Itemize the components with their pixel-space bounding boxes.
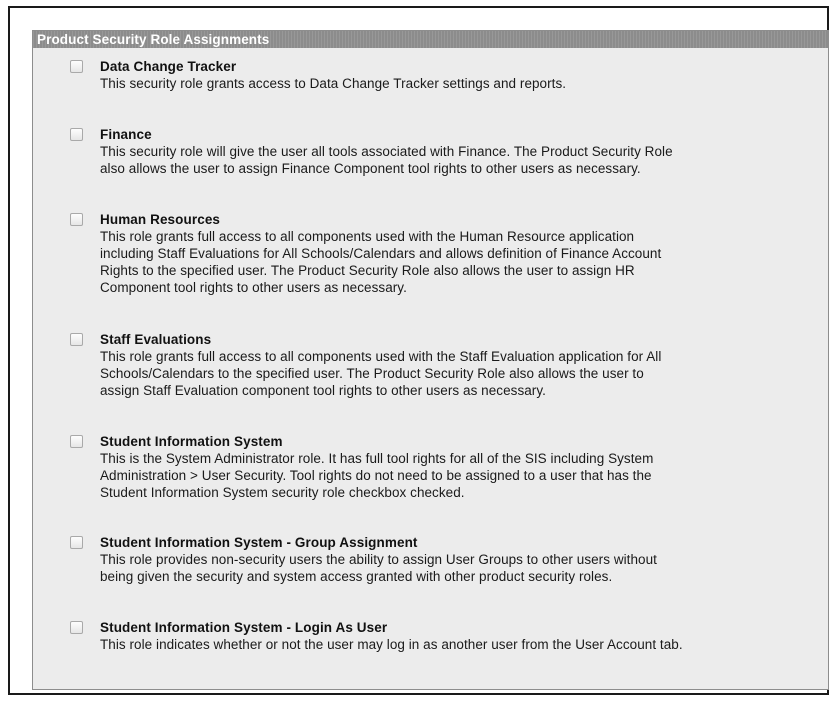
role-description-line: Student Information System security role… [100, 485, 465, 500]
role-description-line: Administration > User Security. Tool rig… [100, 468, 652, 483]
role-title: Student Information System - Login As Us… [100, 620, 388, 635]
role-text: Finance This security role will give the … [100, 126, 824, 177]
role-checkbox[interactable] [70, 213, 83, 226]
role-text: Data Change Tracker This security role gr… [100, 58, 824, 92]
role-description-line: assign Staff Evaluation component tool r… [100, 383, 546, 398]
role-description-line: This is the System Administrator role. I… [100, 451, 654, 466]
role-description-line: also allows the user to assign Finance C… [100, 161, 641, 176]
role-title: Finance [100, 127, 152, 142]
role-text: Human Resources This role grants full acc… [100, 211, 824, 296]
role-checkbox[interactable] [70, 60, 83, 73]
role-text: Student Information System This is the Sy… [100, 433, 824, 501]
role-description-line: This role grants full access to all comp… [100, 349, 662, 364]
role-checkbox[interactable] [70, 621, 83, 634]
role-description-line: being given the security and system acce… [100, 569, 613, 584]
role-title: Data Change Tracker [100, 59, 237, 74]
role-text: Staff Evaluations This role grants full a… [100, 331, 824, 399]
role-title: Human Resources [100, 212, 221, 227]
role-description-line: Schools/Calendars to the specified user.… [100, 366, 644, 381]
role-text: Student Information System - Group Assig… [100, 534, 824, 585]
role-title: Staff Evaluations [100, 332, 212, 347]
panel-header: Product Security Role Assignments [33, 31, 828, 48]
role-title: Student Information System - Group Assig… [100, 535, 418, 550]
role-description-line: This role grants full access to all comp… [100, 229, 635, 244]
role-description-line: This security role will give the user al… [100, 144, 673, 159]
role-checkbox[interactable] [70, 536, 83, 549]
role-description-line: including Staff Evaluations for All Scho… [100, 246, 662, 261]
role-checkbox[interactable] [70, 435, 83, 448]
role-title: Student Information System [100, 434, 283, 449]
role-description-line: This role indicates whether or not the u… [100, 637, 683, 652]
role-description-line: Rights to the specified user. The Produc… [100, 263, 635, 278]
role-description-line: This role provides non-security users th… [100, 552, 657, 567]
role-description-line: This security role grants access to Data… [100, 76, 567, 91]
role-checkbox[interactable] [70, 333, 83, 346]
role-text: Student Information System - Login As Us… [100, 619, 824, 653]
product-security-role-panel: Product Security Role Assignments Data C… [32, 30, 829, 690]
window-frame: Product Security Role Assignments Data C… [8, 6, 829, 695]
role-description-line: Component tool rights to other users as … [100, 280, 407, 295]
role-checkbox[interactable] [70, 128, 83, 141]
